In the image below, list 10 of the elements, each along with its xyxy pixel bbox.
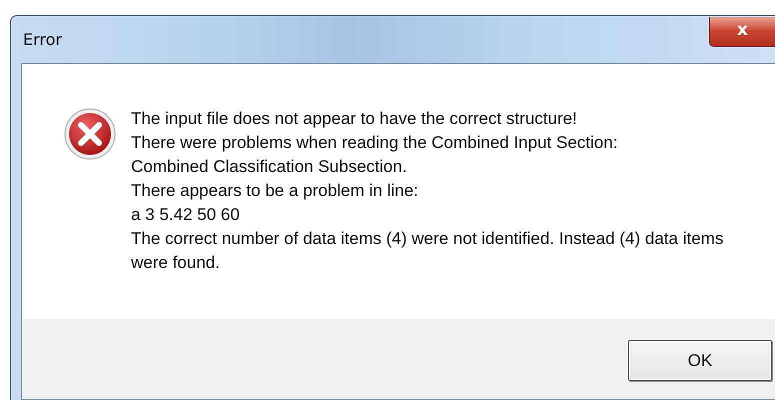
message-text: The correct number of data items (4) were not identified. Instead (4) data items were found. xyxy=(131,228,724,274)
ok-button[interactable]: OK xyxy=(628,340,772,381)
message-text: The input file does not appear to have the correct structure! xyxy=(131,108,578,130)
message-text: There were problems when reading the Combined Input Section: xyxy=(131,132,619,154)
close-button[interactable]: x xyxy=(709,17,775,47)
message-text: There appears to be a problem in line: xyxy=(131,180,420,202)
error-icon xyxy=(63,107,117,161)
message-text: a 3 5.42 50 60 xyxy=(131,204,241,226)
window-title: Error xyxy=(23,30,62,49)
message-text: Combined Classification Subsection. xyxy=(131,156,408,178)
